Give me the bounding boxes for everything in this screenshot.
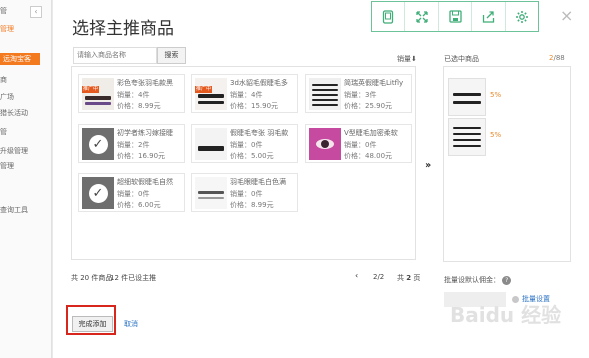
product-name: 简瑞英假睫毛Litfly bbox=[344, 79, 404, 87]
close-icon[interactable]: × bbox=[560, 6, 573, 25]
tablet-icon[interactable] bbox=[372, 2, 406, 31]
checkmark-icon: ✓ bbox=[88, 134, 108, 154]
selected-products-heading: 已选中商品 bbox=[444, 55, 479, 63]
product-name: 羽毛眼睫毛白色满 bbox=[230, 178, 286, 186]
sidebar-item[interactable]: 管 bbox=[0, 127, 7, 137]
sidebar-item[interactable]: 管理 bbox=[0, 24, 14, 34]
sort-by-sales[interactable]: 销量⬇ bbox=[397, 54, 417, 64]
collapse-sidebar-button[interactable]: ‹ bbox=[30, 6, 42, 18]
sidebar-item-active[interactable]: 远淘宝客 bbox=[0, 53, 40, 65]
product-card[interactable]: ✓ 超细软假睫毛自然 销量：0件 价格：6.00元 bbox=[78, 173, 185, 212]
commission-rate: 5% bbox=[490, 131, 502, 139]
product-thumbnail: 推广中 bbox=[82, 78, 114, 110]
watermark: Baidu 经验 bbox=[450, 303, 562, 327]
selected-product-thumbnail[interactable] bbox=[448, 78, 486, 116]
settings-icon[interactable] bbox=[506, 2, 538, 31]
product-sales: 销量：0件 bbox=[117, 190, 150, 198]
product-list: 推广中 彩色夸张羽毛款黑 销量：4件 价格：8.99元 推广中 3d水貂毛假睫毛… bbox=[71, 66, 416, 260]
help-icon[interactable]: ? bbox=[502, 275, 512, 285]
product-sales: 销量：4件 bbox=[230, 91, 263, 99]
product-price: 价格：16.90元 bbox=[117, 152, 166, 160]
product-sales: 销量：0件 bbox=[344, 141, 377, 149]
product-price: 价格：48.00元 bbox=[344, 152, 393, 160]
product-name: 彩色夸张羽毛款黑 bbox=[117, 79, 173, 87]
selected-overlay: ✓ bbox=[82, 177, 114, 209]
product-thumbnail bbox=[195, 128, 227, 160]
product-name: 假睫毛夸张 羽毛款 bbox=[230, 129, 289, 137]
product-thumbnail: ✓ bbox=[82, 177, 114, 209]
sidebar-item[interactable]: 广场 bbox=[0, 92, 14, 102]
product-thumbnail bbox=[309, 128, 341, 160]
product-thumbnail: ✓ bbox=[82, 128, 114, 160]
sidebar-item[interactable]: 升级管理 bbox=[0, 146, 28, 156]
product-card[interactable]: ✓ 初学者练习嫁接睫 销量：2件 价格：16.90元 bbox=[78, 124, 185, 163]
product-card[interactable]: V型睫毛加密柔软 销量：0件 价格：48.00元 bbox=[305, 124, 412, 163]
checkmark-icon: ✓ bbox=[88, 183, 108, 203]
sidebar-item[interactable]: 商 bbox=[0, 75, 7, 85]
promoting-badge: 推广中 bbox=[82, 86, 100, 93]
selected-product-thumbnail[interactable] bbox=[448, 118, 486, 156]
sidebar-item[interactable]: 管 bbox=[0, 6, 7, 16]
product-name: V型睫毛加密柔软 bbox=[344, 129, 398, 137]
save-icon[interactable] bbox=[439, 2, 473, 31]
sidebar-item[interactable]: 猎长活动 bbox=[0, 108, 28, 118]
sidebar-item[interactable]: 管理 bbox=[0, 161, 14, 171]
product-sales: 销量：0件 bbox=[230, 141, 263, 149]
search-input[interactable] bbox=[73, 47, 157, 64]
search-button[interactable]: 搜索 bbox=[157, 47, 186, 64]
sidebar-item[interactable]: 查询工具 bbox=[0, 205, 28, 215]
share-toolbar bbox=[371, 1, 539, 32]
selected-count: 2/88 bbox=[549, 54, 565, 62]
finish-add-button[interactable]: 完成添加 bbox=[72, 316, 113, 332]
product-sales: 销量：2件 bbox=[117, 141, 150, 149]
product-price: 价格：5.00元 bbox=[230, 152, 274, 160]
previous-page-button[interactable]: ‹ bbox=[355, 271, 358, 280]
product-price: 价格：25.90元 bbox=[344, 102, 393, 110]
product-name: 超细软假睫毛自然 bbox=[117, 178, 173, 186]
move-to-selected-button[interactable]: ›› bbox=[425, 160, 431, 171]
expand-icon[interactable] bbox=[405, 2, 439, 31]
select-products-dialog: 选择主推商品 × 搜索 销量⬇ 推广中 彩色夸张羽毛款黑 bbox=[53, 0, 589, 358]
default-commission-label: 批量设默认佣金： ? bbox=[444, 275, 512, 285]
product-name: 3d水貂毛假睫毛多 bbox=[230, 79, 288, 87]
product-thumbnail bbox=[195, 177, 227, 209]
product-card[interactable]: 假睫毛夸张 羽毛款 销量：0件 价格：5.00元 bbox=[191, 124, 298, 163]
share-icon[interactable] bbox=[472, 2, 506, 31]
product-card[interactable]: 羽毛眼睫毛白色满 销量：0件 价格：8.99元 bbox=[191, 173, 298, 212]
product-price: 价格：8.99元 bbox=[117, 102, 161, 110]
total-products: 共 20 件商品 bbox=[71, 274, 113, 282]
promoting-badge: 推广中 bbox=[195, 86, 213, 93]
product-card[interactable]: 推广中 3d水貂毛假睫毛多 销量：4件 价格：15.90元 bbox=[191, 74, 298, 113]
product-card[interactable]: 推广中 彩色夸张羽毛款黑 销量：4件 价格：8.99元 bbox=[78, 74, 185, 113]
product-price: 价格：8.99元 bbox=[230, 201, 274, 209]
commission-rate: 5% bbox=[490, 91, 502, 99]
product-card[interactable]: 简瑞英假睫毛Litfly 销量：3件 价格：25.90元 bbox=[305, 74, 412, 113]
sidebar: ‹ 管 管理 远淘宝客 商 广场 猎长活动 管 升级管理 管理 查询工具 bbox=[0, 0, 52, 358]
total-pages: 共 2 页 bbox=[397, 274, 421, 282]
product-thumbnail: 推广中 bbox=[195, 78, 227, 110]
product-name: 初学者练习嫁接睫 bbox=[117, 129, 173, 137]
product-price: 价格：15.90元 bbox=[230, 102, 279, 110]
product-price: 价格：6.00元 bbox=[117, 201, 161, 209]
selected-products-list: 5% 5% bbox=[443, 66, 571, 262]
dialog-title: 选择主推商品 bbox=[72, 19, 174, 39]
product-sales: 销量：4件 bbox=[117, 91, 150, 99]
product-sales: 销量：3件 bbox=[344, 91, 377, 99]
promoted-count: 12 件已设主推 bbox=[110, 274, 157, 282]
selected-overlay: ✓ bbox=[82, 128, 114, 160]
page-indicator: 2/2 bbox=[373, 273, 385, 281]
product-thumbnail bbox=[309, 78, 341, 110]
product-sales: 销量：0件 bbox=[230, 190, 263, 198]
cancel-link[interactable]: 取消 bbox=[124, 319, 138, 329]
